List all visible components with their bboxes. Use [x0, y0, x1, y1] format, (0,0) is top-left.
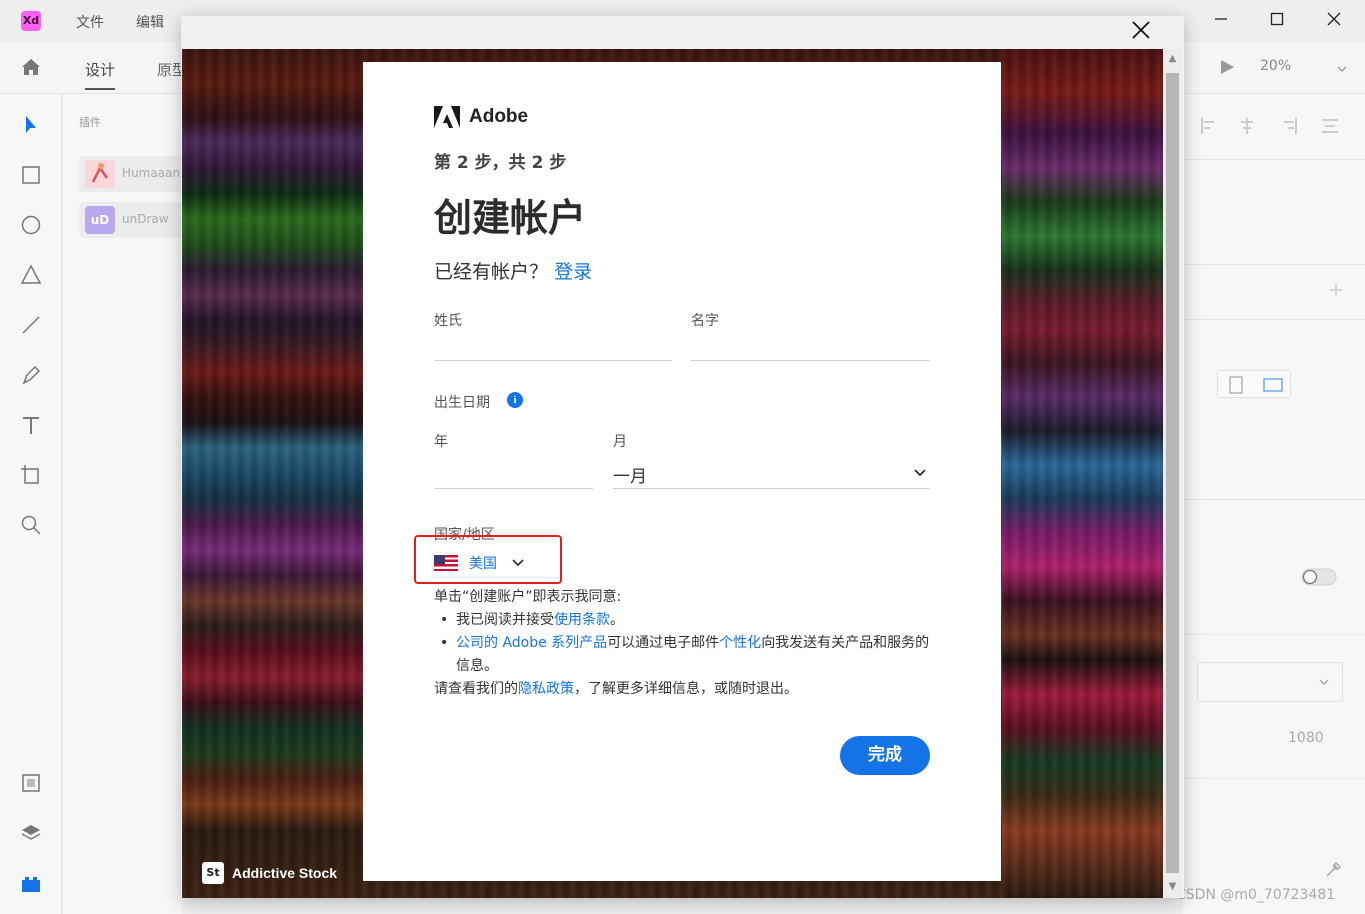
last-name-label: 姓氏 — [434, 313, 462, 329]
zoom-chevron-down-icon[interactable] — [1336, 60, 1348, 79]
watermark: CSDN @m0_70723481 — [1176, 887, 1336, 903]
close-icon[interactable] — [1126, 20, 1156, 46]
have-account-label: 已经有帐户？ — [434, 261, 549, 283]
align-center-icon[interactable] — [1237, 116, 1257, 140]
login-link[interactable]: 登录 — [554, 261, 592, 283]
step-indicator: 第 2 步，共 2 步 — [434, 153, 567, 173]
stock-credit-text: Addictive Stock — [232, 865, 338, 881]
have-account-text: 已经有帐户？ 登录 — [434, 257, 592, 284]
play-icon[interactable] — [1218, 58, 1236, 80]
plugins-panel: 插件 Humaaans uD unDraw — [63, 94, 199, 914]
plugin-label: Humaaans — [122, 166, 187, 180]
artboard-tool-icon[interactable] — [19, 463, 43, 487]
size-value[interactable]: 1080 — [1288, 730, 1324, 746]
terms-intro: 单击“创建账户”即表示我同意: — [434, 589, 622, 605]
tab-design[interactable]: 设计 — [85, 59, 116, 90]
home-icon[interactable] — [20, 56, 42, 78]
add-icon[interactable] — [1329, 282, 1343, 301]
distribute-icon[interactable] — [1320, 116, 1340, 140]
scroll-up-icon[interactable]: ▲ — [1166, 53, 1179, 67]
orientation-toggle[interactable] — [1217, 370, 1291, 398]
scroll-down-icon[interactable]: ▼ — [1166, 881, 1179, 895]
adobe-family-link[interactable]: 公司的 Adobe 系列产品 — [456, 635, 607, 651]
plugin-label: unDraw — [122, 212, 169, 226]
tools-sidebar — [0, 94, 62, 914]
dialog-scrollbar[interactable]: ▲ ▼ — [1163, 49, 1182, 898]
adobe-brand: Adobe — [434, 106, 528, 128]
plugins-title: 插件 — [79, 116, 101, 129]
terms-bullet-1: 我已阅读并接受使用条款。 — [434, 609, 934, 632]
layers-icon[interactable] — [19, 821, 43, 845]
pen-tool-icon[interactable] — [19, 363, 43, 387]
menu-file[interactable]: 文件 — [76, 12, 104, 32]
app-close-icon[interactable] — [1319, 6, 1349, 36]
humaaans-icon — [85, 160, 115, 188]
brand-name: Adobe — [469, 106, 529, 127]
page-title: 创建帐户 — [434, 196, 587, 240]
ellipse-tool-icon[interactable] — [19, 213, 43, 237]
done-button[interactable]: 完成 — [840, 736, 930, 775]
dropdown[interactable] — [1197, 662, 1343, 702]
align-right-icon[interactable] — [1279, 116, 1299, 140]
eyedropper-icon[interactable] — [1323, 860, 1343, 884]
rectangle-tool-icon[interactable] — [19, 163, 43, 187]
zoom-level[interactable]: 20% — [1260, 58, 1291, 74]
privacy-line: 请查看我们的隐私政策，了解更多详细信息，或随时退出。 — [434, 681, 798, 697]
text-tool-icon[interactable] — [19, 413, 43, 437]
zoom-tool-icon[interactable] — [19, 513, 43, 537]
annotation-highlight-box — [414, 535, 562, 584]
terms-bullet-2: 公司的 Adobe 系列产品可以通过电子邮件个性化向我发送有关产品和服务的信息。 — [434, 632, 934, 678]
dob-label: 出生日期 — [434, 395, 490, 411]
line-tool-icon[interactable] — [19, 313, 43, 337]
undraw-icon: uD — [85, 206, 115, 234]
xd-logo: Xd — [21, 11, 41, 31]
signup-card: Adobe 第 2 步，共 2 步 创建帐户 已经有帐户？ 登录 姓氏 名字 出… — [363, 62, 1001, 881]
maximize-icon[interactable] — [1262, 6, 1292, 36]
adobe-logo-icon — [434, 106, 460, 128]
properties-panel: 1080 — [1183, 94, 1365, 914]
align-left-icon[interactable] — [1199, 116, 1219, 140]
month-field[interactable] — [613, 488, 930, 489]
menu-edit[interactable]: 编辑 — [136, 12, 164, 32]
assets-icon[interactable] — [19, 771, 43, 795]
adobe-stock-logo: St — [202, 862, 224, 884]
terms-of-use-link[interactable]: 使用条款 — [554, 612, 610, 628]
select-tool-icon[interactable] — [19, 113, 43, 137]
first-name-label: 名字 — [691, 313, 719, 329]
last-name-field[interactable] — [434, 360, 672, 361]
minimize-icon[interactable] — [1206, 6, 1236, 36]
signup-dialog-window: St Addictive Stock ▲ ▼ Adobe 第 2 步，共 2 步… — [181, 16, 1184, 898]
personalize-link[interactable]: 个性化 — [719, 635, 761, 651]
dialog-titlebar — [181, 16, 1184, 49]
first-name-field[interactable] — [691, 360, 930, 361]
month-chevron-down-icon[interactable] — [913, 466, 927, 480]
scroll-thumb[interactable] — [1166, 73, 1179, 873]
month-label: 月 — [613, 434, 627, 450]
info-icon[interactable]: i — [507, 392, 523, 408]
year-field[interactable] — [434, 488, 593, 489]
month-select[interactable]: 一月 — [613, 462, 647, 487]
toggle-switch[interactable] — [1301, 568, 1337, 590]
plugins-icon[interactable] — [19, 871, 43, 895]
polygon-tool-icon[interactable] — [19, 263, 43, 287]
terms-text: 单击“创建账户”即表示我同意: 我已阅读并接受使用条款。 公司的 Adobe 系… — [434, 586, 934, 701]
stock-credit: St Addictive Stock — [202, 862, 337, 884]
year-label: 年 — [434, 434, 448, 450]
privacy-policy-link[interactable]: 隐私政策 — [518, 681, 574, 697]
